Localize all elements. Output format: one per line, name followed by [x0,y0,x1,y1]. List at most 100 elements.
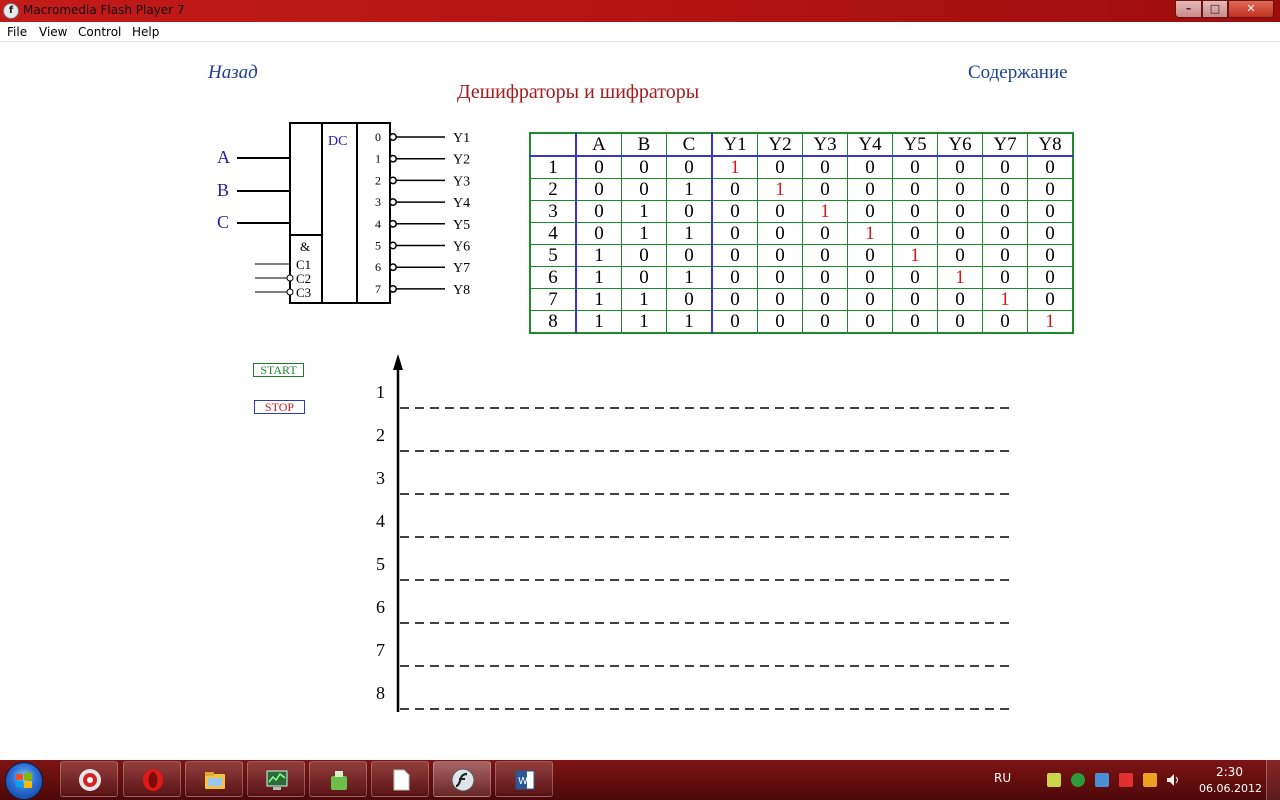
truth-table-cell: 0 [847,244,893,267]
timing-line-label: 3 [376,468,385,488]
tray-network-icon[interactable] [1047,773,1061,787]
close-button[interactable]: ✕ [1228,0,1274,18]
truth-table-corner [529,132,577,157]
maximize-button[interactable]: □ [1202,0,1228,18]
row-index-cell: 6 [529,266,577,289]
input-b-label: B [217,180,229,200]
truth-table-cell: 0 [982,266,1028,289]
tray-utorrent-icon[interactable] [1071,773,1085,787]
truth-table-cell: 0 [892,310,938,334]
tray-app-icon[interactable] [1095,773,1109,787]
enable-c1-label: C1 [296,257,311,272]
row-index-cell: 5 [529,244,577,267]
tray-mail-icon[interactable] [1119,773,1133,787]
truth-table-cell: 1 [666,178,713,201]
minimize-button[interactable]: – [1175,0,1202,18]
back-link[interactable]: Назад [208,62,258,84]
truth-table-cell: 0 [892,178,938,201]
truth-table-cell: 0 [802,288,848,311]
timing-line-label: 8 [376,683,385,703]
taskbar-opera[interactable] [123,761,181,797]
stop-button[interactable]: STOP [254,400,305,414]
taskbar-task-manager[interactable] [247,761,305,797]
truth-table-cell: 0 [982,155,1028,179]
output-index-label: 7 [375,282,381,296]
taskbar-file-explorer[interactable] [185,761,243,797]
truth-table-cell: 1 [575,288,622,311]
speaker-icon[interactable] [1166,773,1180,787]
and-label: & [300,239,310,254]
menu-control[interactable]: Control [78,25,121,39]
truth-table-cell: 0 [937,178,983,201]
menu-help[interactable]: Help [132,25,159,39]
taskbar-flash-player[interactable] [433,761,491,797]
truth-table-cell: 0 [1027,155,1074,179]
dc-label: DC [328,134,347,149]
recycle-icon [331,771,347,790]
contents-link[interactable]: Содержание [968,62,1068,84]
truth-table-cell: 0 [757,200,803,223]
output-index-label: 4 [375,217,381,231]
taskbar-opera-mini[interactable] [60,761,118,797]
output-inverter [389,219,397,228]
truth-table-cell: 0 [847,178,893,201]
row-index-cell: 2 [529,178,577,201]
output-y-label: Y7 [453,261,470,276]
output-y-label: Y5 [453,218,470,233]
clock-date[interactable]: 06.06.2012 [1199,782,1262,795]
truth-table-cell: 0 [575,178,622,201]
taskbar-recycle[interactable] [309,761,367,797]
start-button[interactable]: START [253,363,304,377]
truth-table-cell: 0 [982,244,1028,267]
truth-table-column-header: Y8 [1027,132,1074,157]
windows-start-button[interactable] [5,762,43,800]
truth-table-column-header: Y5 [892,132,938,157]
truth-table-cell: 0 [937,155,983,179]
table-row: 811100000001 [529,310,1074,334]
truth-table-cell: 0 [982,222,1028,245]
truth-table-cell: 0 [847,155,893,179]
truth-table-cell: 0 [711,266,758,289]
truth-table-cell: 0 [711,310,758,334]
taskbar-blank-document[interactable] [371,761,429,797]
truth-table-cell: 0 [757,288,803,311]
truth-table-cell: 0 [711,200,758,223]
taskbar-word[interactable]: W [495,761,553,797]
truth-table-cell: 1 [575,310,622,334]
truth-table-column-header: Y4 [847,132,893,157]
truth-table-cell: 0 [1027,178,1074,201]
truth-table-cell: 0 [621,178,667,201]
truth-table-cell: 0 [621,266,667,289]
truth-table-cell: 0 [666,200,713,223]
truth-table-cell: 1 [621,288,667,311]
table-row: 510000001000 [529,244,1074,267]
output-y-label: Y3 [453,174,470,189]
timing-axis-arrow [393,354,403,370]
truth-table-column-header: Y6 [937,132,983,157]
tray-media-icon[interactable] [1143,773,1157,787]
truth-table-header: A B C Y1 Y2 Y3 Y4 Y5 Y6 Y7 Y8 [529,132,1074,157]
truth-table-cell: 0 [982,200,1028,223]
menu-view[interactable]: View [39,25,67,39]
clock-time[interactable]: 2:30 [1216,765,1243,779]
output-inverter [389,176,397,185]
timing-line-label: 2 [376,425,385,445]
truth-table-cell: 0 [937,222,983,245]
truth-table-column-header: B [621,132,667,157]
truth-table-cell: 1 [575,244,622,267]
opera-mini-icon [79,769,101,791]
menu-file[interactable]: File [7,25,27,39]
windows-logo-icon [16,773,32,788]
show-desktop-button[interactable] [1266,760,1280,800]
output-inverter [389,241,397,250]
language-indicator[interactable]: RU [994,771,1011,785]
truth-table-cell: 1 [666,310,713,334]
truth-table-cell: 1 [711,155,758,179]
truth-table-cell: 0 [1027,266,1074,289]
truth-table-cell: 0 [982,178,1028,201]
truth-table-cell: 0 [892,222,938,245]
truth-table-cell: 0 [757,155,803,179]
output-y-label: Y2 [453,153,470,168]
window-title-bar[interactable]: f Macromedia Flash Player 7 – □ ✕ [0,0,1280,22]
word-icon: W [515,770,535,790]
